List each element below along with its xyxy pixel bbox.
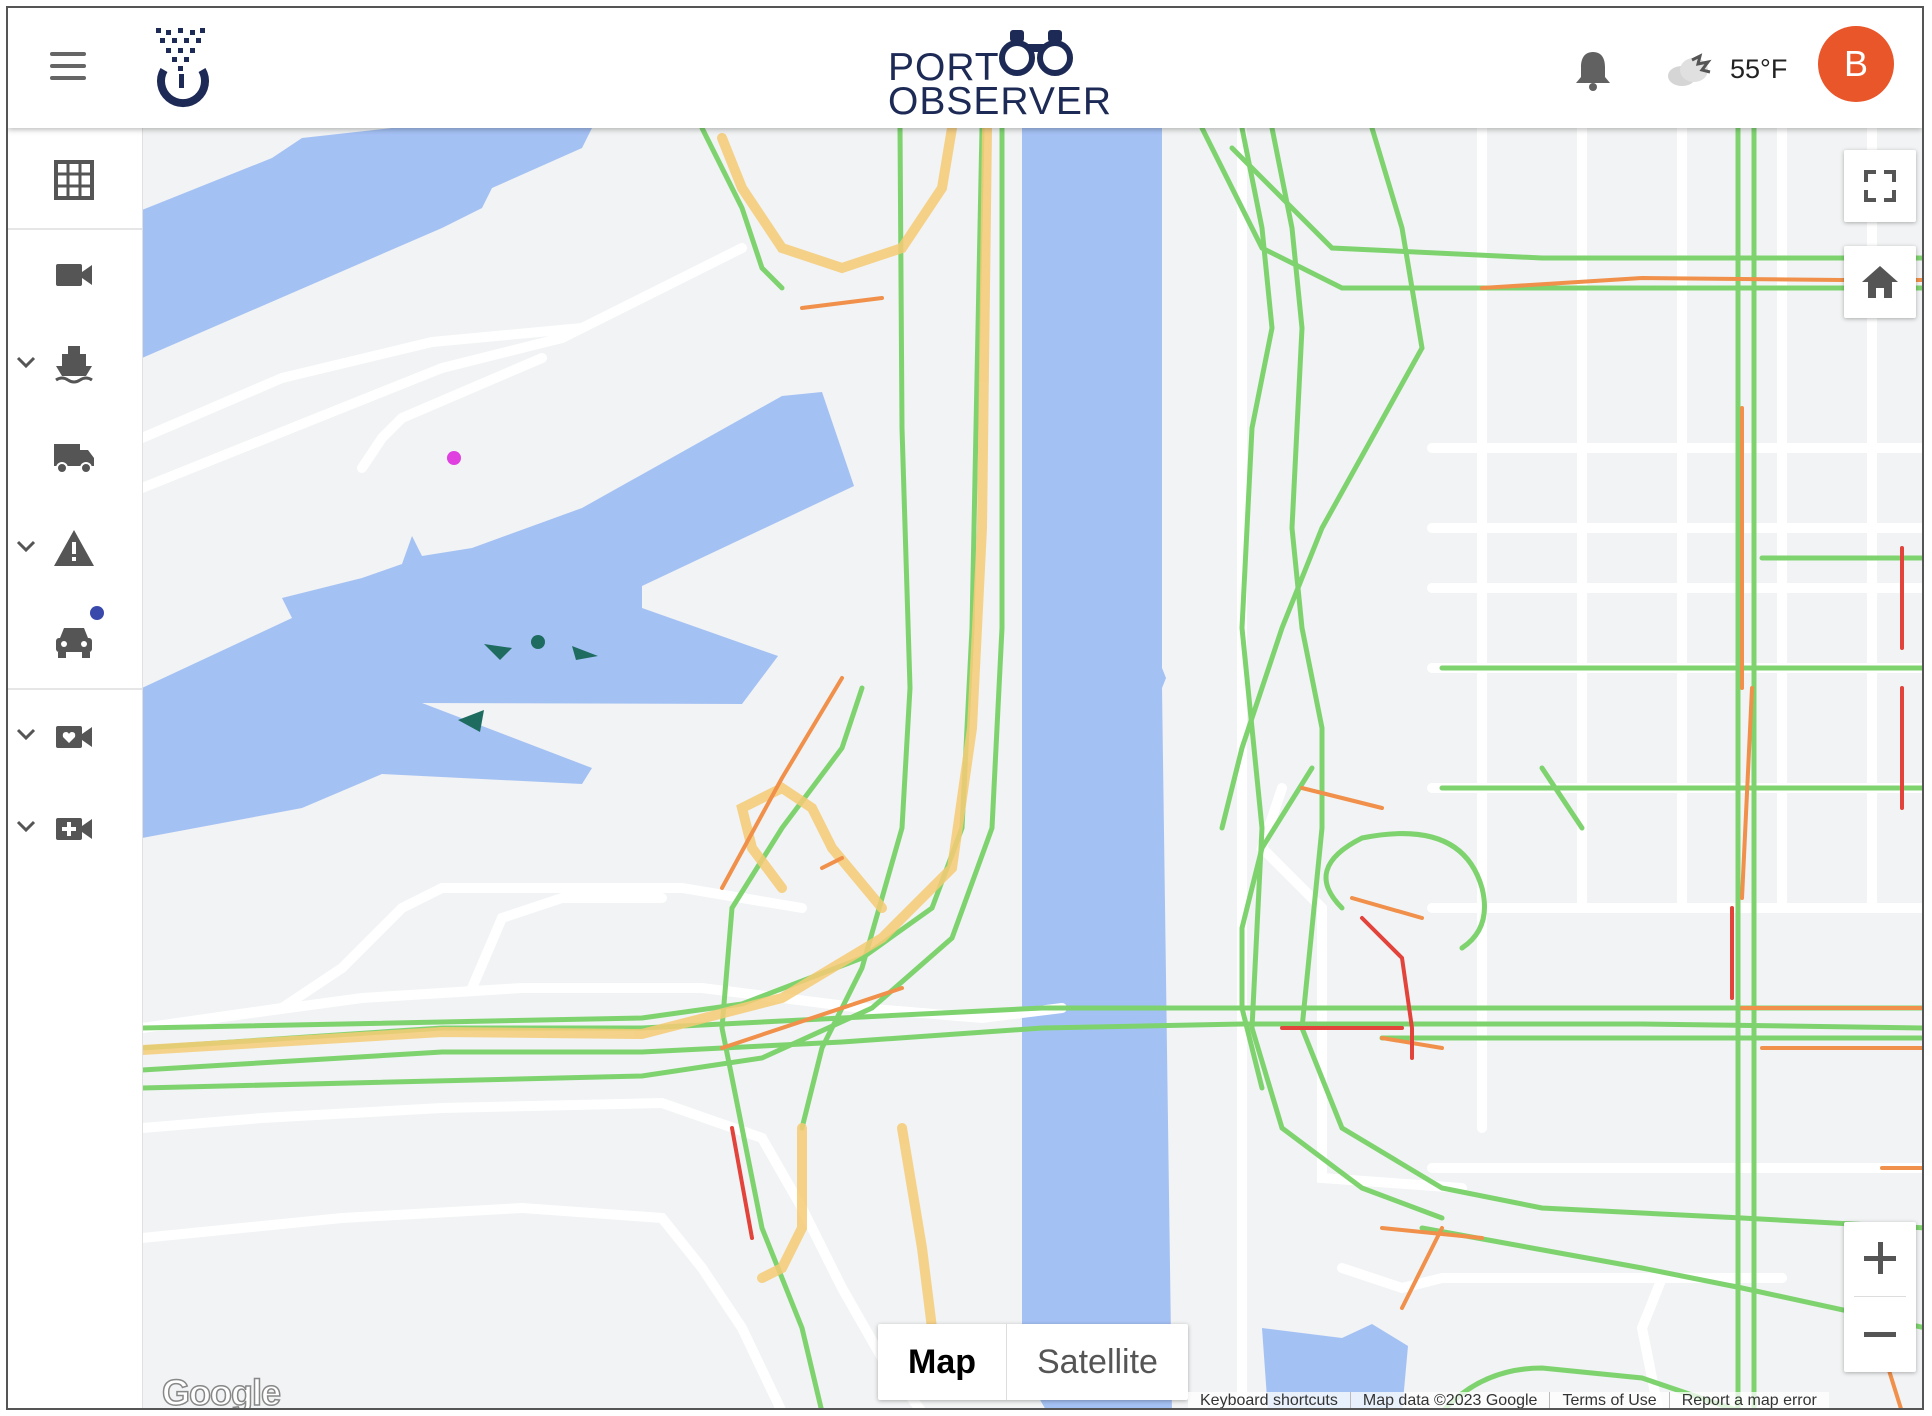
warning-icon (54, 530, 94, 566)
chevron-down-icon[interactable] (16, 818, 36, 834)
fullscreen-button[interactable] (1844, 150, 1916, 222)
map-type-satellite-button[interactable]: Satellite (1006, 1324, 1188, 1400)
home-icon (1862, 266, 1898, 298)
map-data-text: Map data ©2023 Google (1351, 1392, 1551, 1408)
fullscreen-icon (1864, 170, 1896, 202)
map-canvas[interactable]: Map Satellite Google Keyboard shortcuts … (137, 123, 1924, 1410)
google-logo[interactable]: Google (161, 1371, 282, 1408)
car-icon (56, 628, 92, 658)
sidebar-item-camera[interactable] (8, 234, 142, 314)
camera-plus-icon (56, 818, 92, 840)
map-attribution: Keyboard shortcuts Map data ©2023 Google… (1188, 1392, 1829, 1408)
sidebar-item-alerts[interactable] (8, 508, 142, 588)
camera-heart-icon (56, 726, 92, 748)
sidebar-item-trucks[interactable] (8, 416, 142, 496)
binoculars-icon (999, 30, 1073, 76)
home-button[interactable] (1844, 246, 1916, 318)
report-map-error-link[interactable]: Report a map error (1670, 1392, 1829, 1408)
sidebar-divider (8, 228, 142, 230)
temperature-readout: 55°F (1730, 54, 1788, 84)
chevron-down-icon[interactable] (16, 726, 36, 742)
brand-title[interactable]: PORT OBSERVER (878, 26, 1111, 121)
user-avatar[interactable]: B (1818, 26, 1894, 102)
map-marker-pink (447, 451, 461, 465)
zoom-out-icon[interactable] (1844, 1298, 1916, 1370)
hamburger-icon[interactable] (50, 52, 86, 80)
sidebar-item-vehicles[interactable] (8, 600, 142, 680)
brand-observer-text: OBSERVER (888, 80, 1113, 123)
video-camera-icon (56, 264, 92, 286)
vessel-marker (531, 635, 545, 649)
zoom-control (1844, 1222, 1916, 1372)
bell-icon[interactable] (1573, 48, 1613, 92)
chevron-down-icon[interactable] (16, 354, 36, 370)
top-header: PORT OBSERVER 55°F B (8, 8, 1922, 128)
map-tiles[interactable] (137, 123, 1924, 1410)
ship-icon (55, 346, 93, 384)
terms-of-use-link[interactable]: Terms of Use (1550, 1392, 1670, 1408)
notification-dot (90, 606, 104, 620)
sidebar-item-vessels[interactable] (8, 324, 142, 404)
zoom-in-icon[interactable] (1844, 1222, 1916, 1294)
sidebar-item-favorite-cameras[interactable] (8, 696, 142, 776)
app-frame: PORT OBSERVER 55°F B Map Satellite Googl… (6, 6, 1924, 1410)
map-type-toggle: Map Satellite (878, 1324, 1188, 1400)
cloud-icon (1668, 53, 1712, 86)
sidebar-item-grid[interactable] (8, 140, 142, 220)
keyboard-shortcuts-link[interactable]: Keyboard shortcuts (1188, 1392, 1351, 1408)
sidebar (8, 128, 143, 1408)
chevron-down-icon[interactable] (16, 538, 36, 554)
map-type-map-button[interactable]: Map (878, 1324, 1006, 1400)
sidebar-item-add-camera[interactable] (8, 788, 142, 868)
sidebar-divider (8, 688, 142, 690)
truck-icon (54, 444, 94, 474)
grid-icon (54, 160, 94, 200)
port-observer-logo-icon[interactable] (148, 26, 218, 112)
